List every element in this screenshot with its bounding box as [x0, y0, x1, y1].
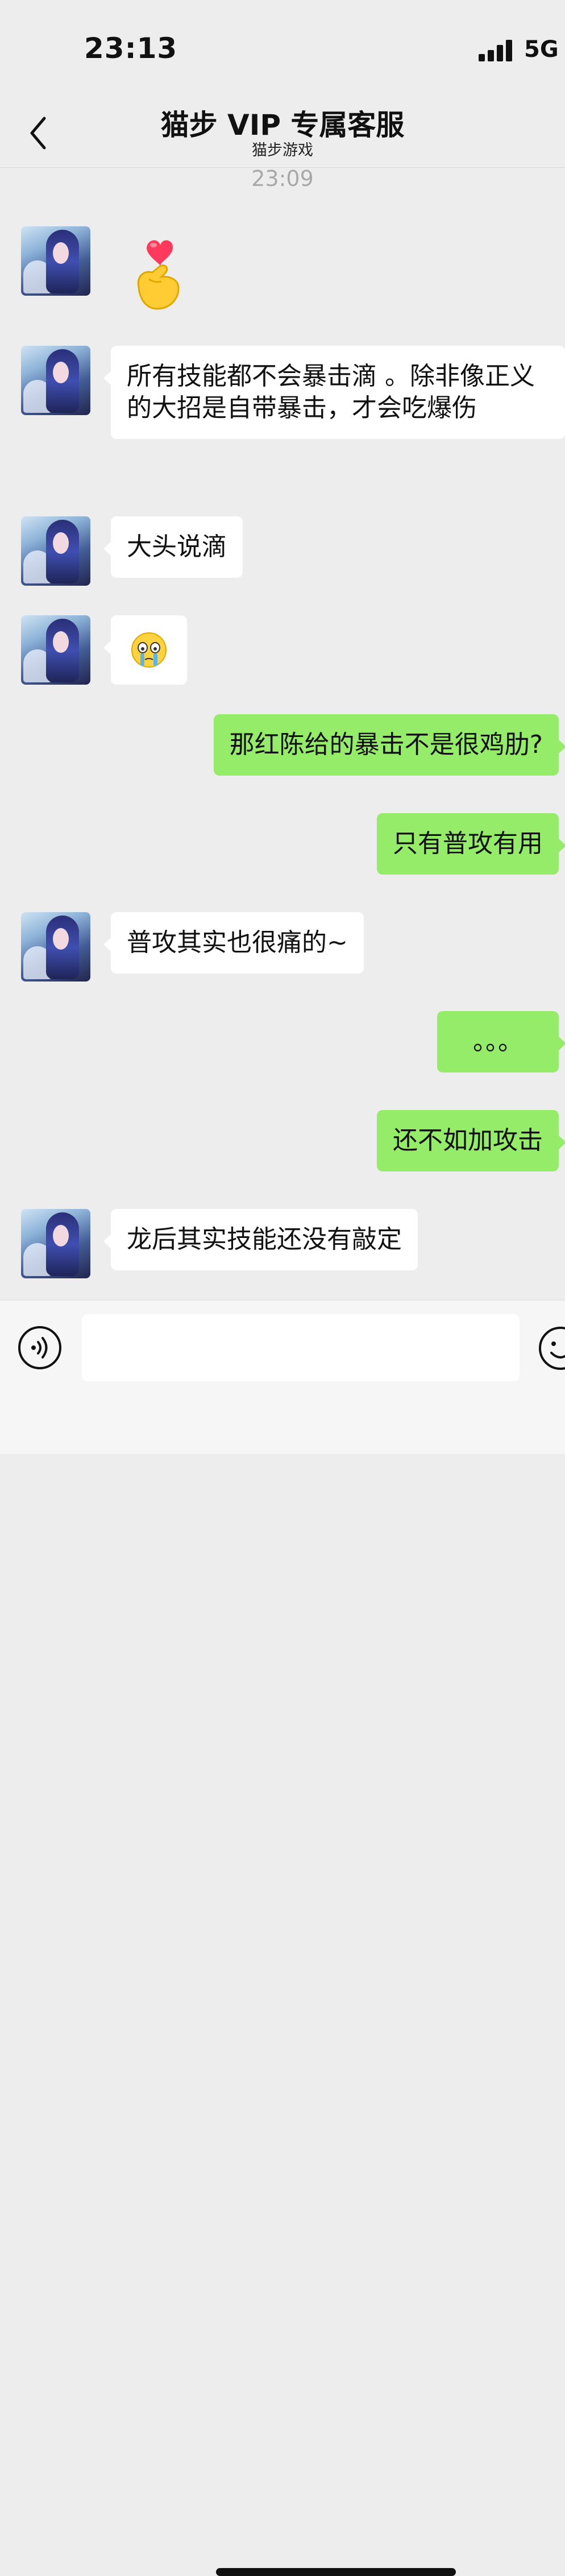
message-bubble-outgoing[interactable]: 那红陈给的暴击不是很鸡肋?	[213, 714, 565, 776]
message-bubble-incoming[interactable]: 大头说滴	[103, 516, 243, 578]
message-bubble-incoming[interactable]: 所有技能都不会暴击滴 。除非像正义的大招是自带暴击，才会吃爆伤	[103, 346, 565, 439]
status-bar: 23:13 5G	[0, 0, 565, 97]
voice-icon	[18, 1326, 61, 1369]
emoji-icon	[539, 1327, 565, 1370]
message-bubble-outgoing[interactable]: 只有普攻有用	[377, 813, 565, 875]
contact-avatar[interactable]	[21, 1209, 90, 1278]
message-bubble-outgoing[interactable]: 。。。	[437, 1011, 565, 1072]
contact-avatar[interactable]	[21, 615, 90, 685]
contact-avatar[interactable]	[21, 226, 90, 296]
crying-face-emoji	[131, 632, 167, 668]
message-bubble-incoming[interactable]	[103, 615, 187, 685]
input-bar	[0, 1300, 565, 2576]
contact-avatar[interactable]	[21, 912, 90, 981]
message-timestamp: 23:09	[251, 166, 314, 191]
message-bubble-outgoing[interactable]: 还不如加攻击	[377, 1110, 565, 1171]
finger-heart-emoji[interactable]	[124, 225, 192, 316]
emoji-button[interactable]	[538, 1326, 565, 1371]
network-type: 5G	[524, 36, 559, 63]
chat-subtitle: 猫步游戏	[252, 142, 313, 159]
status-time: 23:13	[84, 32, 178, 65]
nav-bar: 猫步 VIP 专属客服 猫步游戏	[0, 97, 565, 168]
home-indicator	[216, 2568, 456, 2576]
contact-avatar[interactable]	[21, 516, 90, 586]
contact-avatar[interactable]	[21, 346, 90, 415]
voice-button[interactable]	[18, 1326, 62, 1370]
message-input[interactable]	[82, 1314, 520, 1381]
message-bubble-incoming[interactable]: 普攻其实也很痛的~	[103, 912, 364, 974]
signal-strength-icon	[479, 39, 513, 61]
message-bubble-incoming[interactable]: 龙后其实技能还没有敲定	[103, 1209, 418, 1270]
